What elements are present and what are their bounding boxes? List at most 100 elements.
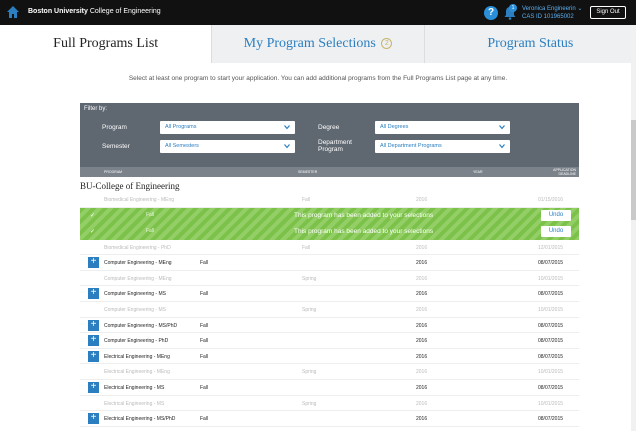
program-year: 2016 <box>416 322 428 329</box>
added-row-semester: Fall <box>146 228 155 234</box>
undo-button[interactable]: Undo <box>541 210 571 221</box>
scrollbar[interactable] <box>631 25 636 431</box>
table-row: Computer Engineering - MEng Spring 2016 10/… <box>80 271 579 287</box>
checkmark-icon: ✓ <box>90 229 96 235</box>
table-row: Electrical Engineering - MS Spring 2016 10/… <box>80 396 579 412</box>
program-year: 2016 <box>416 416 428 423</box>
program-year: 2016 <box>416 244 428 251</box>
degree-select[interactable]: All Degrees <box>375 121 510 134</box>
program-semester: Fall <box>200 260 209 267</box>
help-icon[interactable]: ? <box>484 6 498 20</box>
program-semester: Spring <box>302 306 317 313</box>
table-row: + Electrical Engineering - MS/PhD Fall 2016… <box>80 411 579 427</box>
department-select[interactable]: All Department Programs <box>375 140 510 153</box>
added-row: ✓ Fall This program has been added to yo… <box>80 208 579 224</box>
chevron-down-icon <box>284 125 290 130</box>
semester-select[interactable]: All Semesters <box>160 140 295 153</box>
table-row: Biomedical Engineering - MEng Fall 2016 01/… <box>80 192 579 208</box>
program-name: Biomedical Engineering - MEng <box>104 197 175 203</box>
program-year: 2016 <box>416 384 428 391</box>
added-row: ✓ Fall This program has been added to yo… <box>80 224 579 240</box>
program-semester: Fall <box>200 338 209 345</box>
program-semester: Fall <box>200 384 209 391</box>
filter-title: Filter by: <box>84 106 108 112</box>
table-row: Electrical Engineering - MEng Spring 2016 1… <box>80 364 579 380</box>
program-year: 2016 <box>416 306 428 313</box>
group-title: BU-College of Engineering <box>80 181 180 191</box>
degree-label: Degree <box>318 124 340 131</box>
table-row: Computer Engineering - MS Spring 2016 10/01… <box>80 302 579 318</box>
add-program-button[interactable]: + <box>88 257 99 269</box>
added-message: This program has been added to your sele… <box>294 228 434 235</box>
program-name: Electrical Engineering - MS/PhD <box>104 416 176 423</box>
sign-out-button[interactable]: Sign Out <box>590 6 626 19</box>
chevron-down-icon: ⌄ <box>577 6 583 12</box>
program-year: 2016 <box>416 197 428 203</box>
program-semester: Fall <box>302 197 311 203</box>
brand-title: Boston University College of Engineering <box>28 8 161 15</box>
add-program-button[interactable]: + <box>88 335 99 347</box>
program-name: Computer Engineering - MS <box>104 291 166 298</box>
program-year: 2016 <box>416 275 428 282</box>
filter-panel: Filter by: Program All Programs Degree A… <box>80 103 579 167</box>
intro-text: Select at least one program to start you… <box>128 75 508 82</box>
program-name: Computer Engineering - MS <box>104 306 166 313</box>
program-year: 2016 <box>416 400 428 407</box>
chevron-down-icon <box>499 125 505 130</box>
notification-badge: 1 <box>509 4 517 12</box>
program-semester: Fall <box>200 353 209 360</box>
table-row: + Electrical Engineering - MEng Fall 2016 08… <box>80 349 579 365</box>
program-semester: Spring <box>302 369 317 376</box>
home-icon[interactable] <box>6 5 20 19</box>
column-deadline: APPLICATION DEADLINE <box>553 168 576 176</box>
user-menu[interactable]: Veronica Engineerin ⌄ CAS ID 101965002 <box>522 5 582 21</box>
tab-full-programs-list[interactable]: Full Programs List <box>0 25 212 63</box>
program-semester: Fall <box>200 416 209 423</box>
column-semester: SEMESTER <box>298 170 318 174</box>
program-deadline: 10/01/2015 <box>538 306 564 313</box>
undo-button[interactable]: Undo <box>541 226 571 237</box>
add-program-button[interactable]: + <box>88 350 99 362</box>
department-label: Department Program <box>318 139 352 153</box>
table-row: + Computer Engineering - MS Fall 2016 08/07/… <box>80 286 579 302</box>
user-name: Veronica Engineerin ⌄ <box>522 6 583 12</box>
selections-count-badge: 2 <box>381 38 393 50</box>
program-name: Electrical Engineering - MEng <box>104 353 170 360</box>
added-confirmation-banner: ✓ Fall This program has been added to yo… <box>80 208 579 240</box>
table-row: + Computer Engineering - MEng Fall 2016 08/0… <box>80 255 579 271</box>
chevron-down-icon <box>499 144 505 149</box>
program-semester: Fall <box>200 322 209 329</box>
program-name: Computer Engineering - MS/PhD <box>104 322 178 329</box>
table-header: PROGRAM SEMESTER YEAR APPLICATION DEADLI… <box>80 167 579 177</box>
program-name: Electrical Engineering - MS <box>104 400 165 407</box>
program-deadline: 08/07/2015 <box>538 291 564 298</box>
table-row: + Electrical Engineering - MS Fall 2016 08/0… <box>80 380 579 396</box>
table-row: + Computer Engineering - MS/PhD Fall 2016 08… <box>80 318 579 334</box>
program-name: Biomedical Engineering - PhD <box>104 244 171 251</box>
add-program-button[interactable]: + <box>88 381 99 393</box>
user-id: CAS ID 101965002 <box>522 14 574 20</box>
program-deadline: 08/07/2015 <box>538 338 564 345</box>
program-name: Electrical Engineering - MS <box>104 384 165 391</box>
program-select[interactable]: All Programs <box>160 121 295 134</box>
program-label: Program <box>102 124 127 131</box>
program-deadline: 10/01/2015 <box>538 275 564 282</box>
program-semester: Spring <box>302 275 317 282</box>
program-name: Electrical Engineering - MEng <box>104 369 170 376</box>
add-program-button[interactable]: + <box>88 319 99 331</box>
added-row-semester: Fall <box>146 212 155 218</box>
tab-program-status[interactable]: Program Status <box>423 25 636 63</box>
add-program-button[interactable]: + <box>88 288 99 300</box>
main-tabs: Full Programs List My Program Selections… <box>0 25 636 63</box>
program-year: 2016 <box>416 291 428 298</box>
program-deadline: 08/07/2015 <box>538 384 564 391</box>
tab-my-program-selections[interactable]: My Program Selections 2 <box>211 25 424 63</box>
program-semester: Spring <box>302 400 317 407</box>
program-deadline: 10/01/2015 <box>538 400 564 407</box>
add-program-button[interactable]: + <box>88 413 99 425</box>
program-name: Computer Engineering - MEng <box>104 260 172 267</box>
program-year: 2016 <box>416 338 428 345</box>
program-year: 2016 <box>416 369 428 376</box>
semester-label: Semester <box>102 143 130 150</box>
scrollbar-thumb[interactable] <box>631 120 636 220</box>
